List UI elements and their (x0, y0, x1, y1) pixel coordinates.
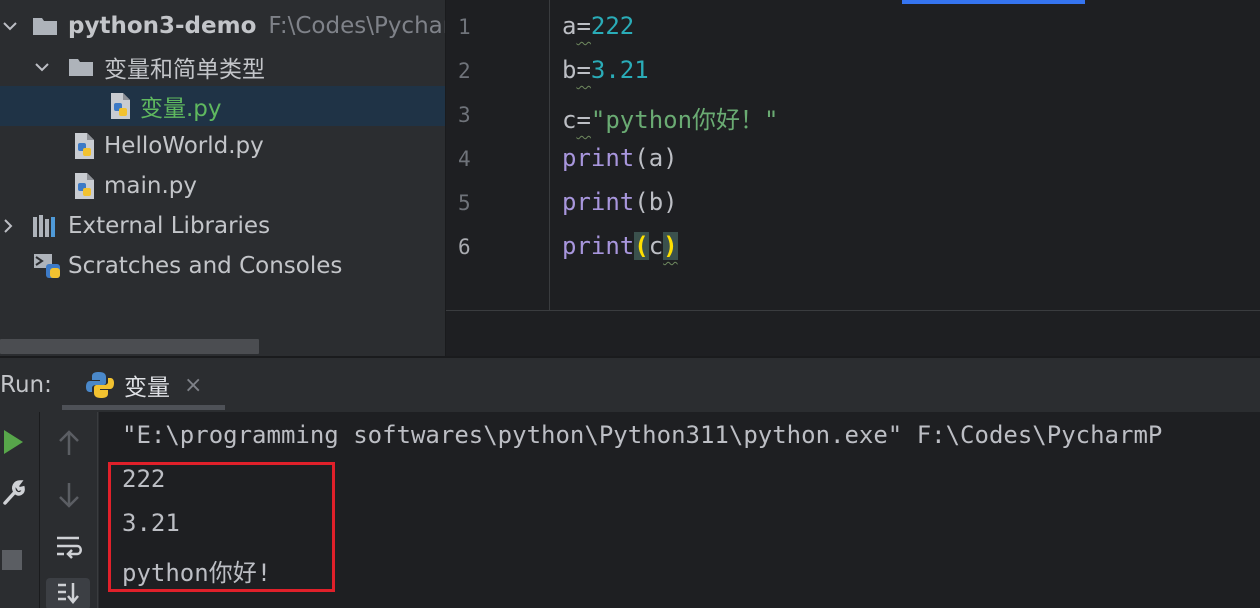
line-number: 1 (458, 15, 471, 39)
run-tab[interactable]: 变量 × (62, 358, 225, 412)
folder-icon (33, 18, 57, 35)
line-number: 3 (458, 103, 471, 127)
tree-item-project-root[interactable]: python3-demo F:\Codes\Pycharm (0, 6, 445, 46)
stop-icon[interactable] (0, 548, 24, 572)
code-line: print(b) (562, 188, 678, 216)
scroll-to-end-icon[interactable] (46, 578, 90, 608)
up-arrow-icon[interactable] (56, 430, 82, 456)
library-icon (33, 215, 55, 237)
run-tab-label: 变量 (124, 375, 170, 401)
down-arrow-icon[interactable] (56, 482, 82, 508)
chevron-right-icon[interactable] (0, 218, 16, 234)
code-line: print(c) (562, 232, 678, 260)
tree-label: External Libraries (68, 213, 271, 239)
folder-icon (69, 59, 93, 76)
line-number: 5 (458, 191, 471, 215)
project-name: python3-demo (68, 13, 257, 39)
python-file-icon (75, 173, 94, 199)
soft-wrap-icon[interactable] (54, 532, 84, 562)
active-tab-indicator (902, 0, 1085, 4)
tree-item-folder[interactable]: 变量和简单类型 (0, 47, 445, 87)
chevron-down-icon[interactable] (34, 59, 50, 75)
run-tab-underline (62, 405, 225, 410)
run-panel-title: Run: (0, 372, 52, 398)
tree-item-external-libraries[interactable]: External Libraries (0, 206, 445, 246)
tree-item-file[interactable]: HelloWorld.py (0, 126, 445, 166)
python-icon (86, 372, 114, 398)
line-number-gutter: 1 2 3 4 5 6 (446, 0, 550, 310)
line-number: 2 (458, 59, 471, 83)
tree-item-scratches[interactable]: Scratches and Consoles (0, 246, 445, 286)
project-path: F:\Codes\Pycharm (268, 13, 445, 39)
run-panel-header: Run: 变量 × (0, 358, 1260, 412)
console-line: "E:\programming softwares\python\Python3… (122, 421, 1163, 449)
folder-label: 变量和简单类型 (104, 57, 265, 83)
close-icon[interactable]: × (184, 373, 202, 398)
run-toolbar-primary (0, 412, 40, 608)
python-file-icon (75, 133, 94, 159)
file-label: main.py (104, 173, 197, 199)
line-number: 6 (458, 235, 471, 259)
code-line: print(a) (562, 144, 678, 172)
run-icon[interactable] (0, 427, 26, 457)
tree-item-selected-file[interactable]: 变量.py (0, 86, 445, 126)
file-label: HelloWorld.py (104, 133, 264, 159)
editor-bottom-area (446, 310, 1260, 356)
chevron-down-icon[interactable] (2, 18, 18, 34)
run-toolbar-secondary (40, 412, 98, 608)
tree-label: Scratches and Consoles (68, 253, 343, 279)
horizontal-scrollbar[interactable] (0, 339, 259, 354)
project-panel: python3-demo F:\Codes\Pycharm 变量和简单类型 变量… (0, 0, 445, 356)
tree-item-file[interactable]: main.py (0, 166, 445, 206)
highlight-box (108, 462, 335, 592)
code-editor[interactable]: 1 2 3 4 5 6 a=222 b=3.21 c="python你好！" p… (445, 0, 1260, 356)
line-number: 4 (458, 147, 471, 171)
console-output[interactable]: "E:\programming softwares\python\Python3… (99, 412, 1260, 608)
python-file-icon (111, 93, 130, 119)
file-label: 变量.py (140, 96, 222, 122)
code-line: c="python你好！" (562, 106, 779, 134)
scratches-icon (34, 254, 60, 278)
wrench-icon[interactable] (0, 478, 28, 508)
code-line: a=222 (562, 12, 635, 40)
code-line: b=3.21 (562, 56, 649, 84)
